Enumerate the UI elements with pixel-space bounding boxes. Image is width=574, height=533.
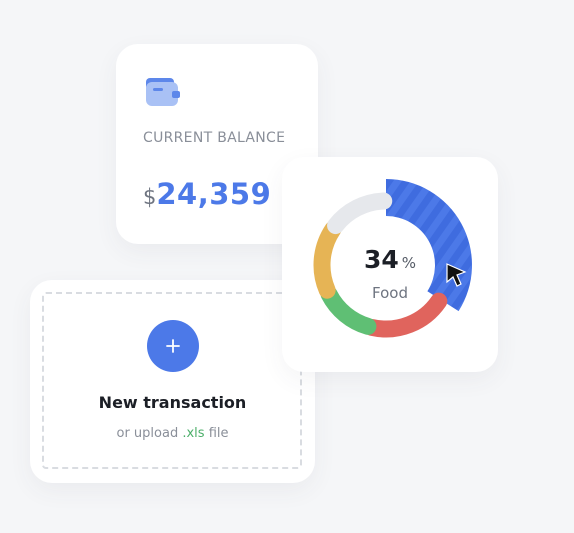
upload-hint: or upload .xls file	[30, 426, 315, 441]
currency-symbol: $	[143, 185, 157, 209]
balance-label: CURRENT BALANCE	[143, 130, 286, 146]
donut-slice-4[interactable]	[327, 192, 393, 235]
wallet-icon	[146, 78, 180, 106]
balance-value: 24,359	[156, 177, 272, 211]
upload-dropzone[interactable]	[42, 292, 302, 469]
add-transaction-button[interactable]	[147, 320, 199, 372]
chart-category-label: Food	[372, 284, 408, 302]
spending-chart-card: 34% Food	[282, 157, 498, 372]
percent-unit: %	[401, 254, 417, 272]
new-transaction-title: New transaction	[98, 393, 247, 412]
plus-icon	[166, 339, 180, 353]
donut-slice-1[interactable]	[363, 292, 448, 338]
upload-hint-prefix: or upload	[116, 426, 183, 441]
chart-percent: 34%	[282, 245, 498, 274]
percent-value: 34	[363, 245, 399, 274]
balance-amount: $24,359	[143, 177, 271, 211]
new-transaction-card[interactable]: New transaction or upload .xls file	[30, 280, 315, 483]
upload-file-type[interactable]: .xls	[182, 426, 204, 441]
upload-hint-suffix: file	[204, 426, 229, 441]
